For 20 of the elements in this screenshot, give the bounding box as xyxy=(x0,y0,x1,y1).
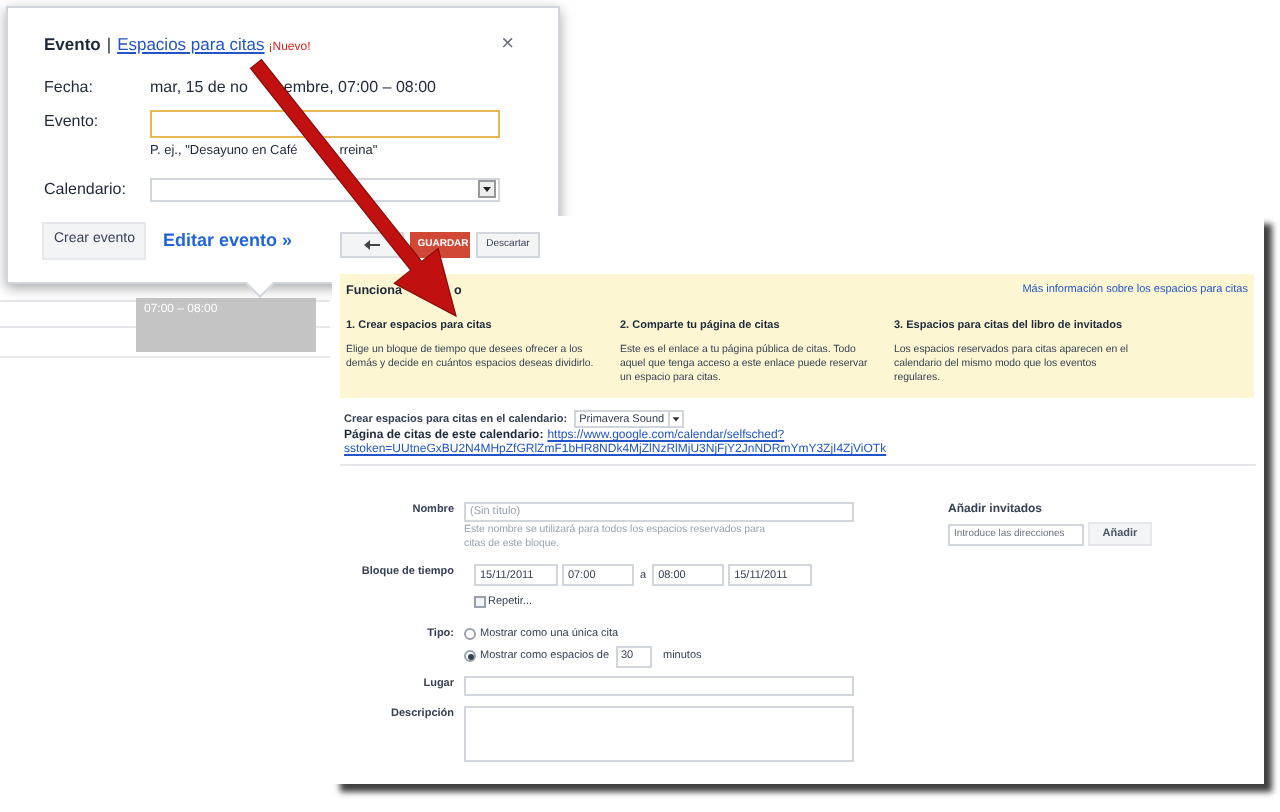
date-text: embre, 07:00 – 08:00 xyxy=(283,76,436,100)
date-text: mar, 15 de no xyxy=(150,76,248,100)
event-name-field[interactable] xyxy=(150,110,500,138)
calendar-label: Calendario: xyxy=(44,179,126,198)
edit-event-link[interactable]: Editar evento » xyxy=(162,227,292,254)
repeat-checkbox[interactable] xyxy=(474,596,486,609)
title-separator: | xyxy=(106,32,112,58)
description-field[interactable] xyxy=(464,705,854,761)
date-label: Fecha: xyxy=(44,78,93,96)
radio-button[interactable] xyxy=(464,628,476,640)
radio-button[interactable] xyxy=(464,650,476,662)
event-label: Evento: xyxy=(44,112,99,130)
back-arrow-icon xyxy=(364,240,380,250)
close-button[interactable]: × xyxy=(501,34,514,56)
dropdown-caret-icon xyxy=(478,180,496,199)
dropdown-caret-icon xyxy=(668,412,683,427)
place-field[interactable] xyxy=(464,675,854,695)
calendar-dropdown[interactable] xyxy=(150,177,500,202)
popup-title: Evento xyxy=(44,32,101,58)
appointment-slots-tab[interactable]: Espacios para citas xyxy=(117,32,265,58)
